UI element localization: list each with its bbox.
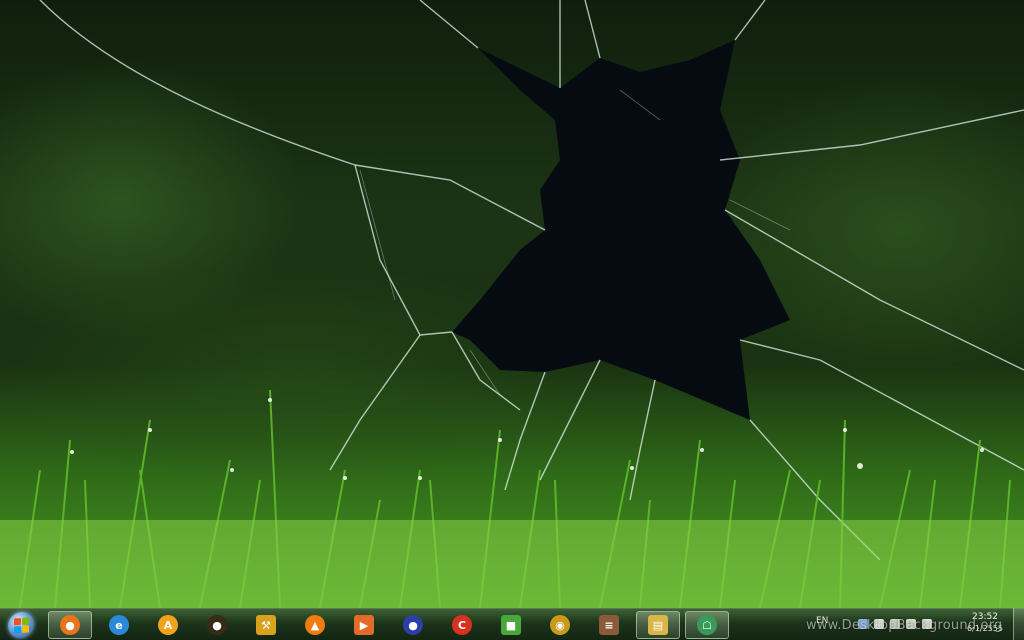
folder-icon: ▤ xyxy=(648,615,668,635)
network-tray-icon[interactable] xyxy=(858,619,868,629)
aimp-icon: A xyxy=(158,615,178,635)
action-center-icon[interactable] xyxy=(906,619,916,629)
taskbar-button-vlc[interactable]: ▲ xyxy=(293,611,337,639)
clock-time: 23:52 xyxy=(972,612,998,622)
taskbar-button-media-center[interactable]: ≡ xyxy=(587,611,631,639)
taskbar-button-ccleaner[interactable]: C xyxy=(440,611,484,639)
disc-burner-icon: ◉ xyxy=(550,615,570,635)
clock-date: 6/1/2555 xyxy=(967,624,1003,633)
desktop-wallpaper xyxy=(0,0,1024,608)
windows-logo-icon xyxy=(8,611,34,639)
volume-icon[interactable] xyxy=(874,619,884,629)
network-icon: ☖ xyxy=(697,615,717,635)
taskbar-button-windows-live[interactable]: ■ xyxy=(489,611,533,639)
video-player-icon: ▶ xyxy=(354,615,374,635)
globe-icon: ● xyxy=(403,615,423,635)
system-tray: EN 23:52 6/1/2555 xyxy=(812,608,1024,640)
media-player-icon: ● xyxy=(207,615,227,635)
taskbar-button-media-player[interactable]: ● xyxy=(195,611,239,639)
taskbar-button-folder[interactable]: ▤ xyxy=(636,611,680,639)
broken-glass-wallpaper xyxy=(0,0,1024,608)
taskbar-button-aimp[interactable]: A xyxy=(146,611,190,639)
clock[interactable]: 23:52 6/1/2555 xyxy=(960,612,1010,634)
internet-explorer-icon: e xyxy=(109,615,129,635)
vlc-icon: ▲ xyxy=(305,615,325,635)
show-desktop-button[interactable] xyxy=(1013,608,1024,640)
taskbar-button-firefox[interactable]: ● xyxy=(48,611,92,639)
taskbar-button-globe[interactable]: ● xyxy=(391,611,435,639)
taskbar-button-network[interactable]: ☖ xyxy=(685,611,729,639)
taskbar-button-internet-explorer[interactable]: e xyxy=(97,611,141,639)
taskbar-button-video-player[interactable]: ▶ xyxy=(342,611,386,639)
media-center-icon: ≡ xyxy=(599,615,619,635)
firefox-icon: ● xyxy=(60,615,80,635)
windows-live-icon: ■ xyxy=(501,615,521,635)
speaker-icon[interactable] xyxy=(922,619,932,629)
ccleaner-icon: C xyxy=(452,615,472,635)
taskbar-button-disc-burner[interactable]: ◉ xyxy=(538,611,582,639)
language-indicator[interactable]: EN xyxy=(816,616,828,626)
tools-icon: ⚒ xyxy=(256,615,276,635)
taskbar-button-tools[interactable]: ⚒ xyxy=(244,611,288,639)
start-button[interactable] xyxy=(4,610,38,640)
glass-hole xyxy=(452,40,790,420)
battery-icon[interactable] xyxy=(890,619,900,629)
